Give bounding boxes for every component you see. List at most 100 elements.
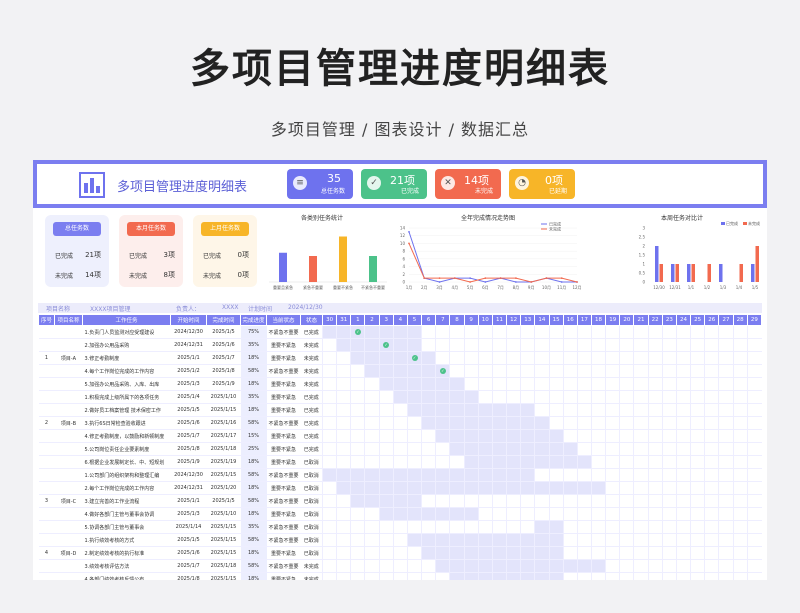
table-row[interactable]: 3.绩效考核评估方法 2025/1/7 2025/1/18 58% 不紧急不重要 未完成 — [38, 559, 762, 573]
cell-start[interactable]: 2025/1/1 — [170, 351, 207, 365]
cell-start[interactable]: 2025/1/14 — [170, 520, 207, 534]
table-row[interactable]: 1.公司部门的组织架构和整理汇编 2024/12/30 2025/1/15 58% 不紧… — [38, 468, 762, 482]
table-row[interactable]: 5.公司岗位责任企业要素制度 2025/1/8 2025/1/18 25% 重要不紧急已… — [38, 442, 762, 456]
cell-start[interactable]: 2025/1/7 — [170, 559, 207, 573]
cell-st[interactable]: 未完成 — [300, 351, 323, 365]
table-row[interactable]: 2.每个工作岗位完成的工作内容 2024/12/31 2025/1/20 18% 重要不… — [38, 481, 762, 495]
cell-end[interactable]: 2025/1/7 — [206, 351, 241, 365]
cell-end[interactable]: 2025/1/5 — [206, 325, 241, 339]
cell-end[interactable]: 2025/1/6 — [206, 338, 241, 352]
table-row[interactable]: 6.根据企业发展制定长、中、短规划 2025/1/9 2025/1/19 18% 重要不… — [38, 455, 762, 469]
table-row[interactable]: 2.加强办公用品采购 2024/12/31 2025/1/6 35% 重要不紧急 未完成 ✓ — [38, 338, 762, 352]
cell-st[interactable]: 未完成 — [300, 364, 323, 378]
cell-seq[interactable]: 2 — [38, 416, 55, 430]
table-row[interactable]: 1.负责门人员监测对应受理建设 2024/12/30 2025/1/5 75% 不紧急不… — [38, 325, 762, 339]
cell-cur[interactable]: 不紧急不重要 — [266, 325, 301, 339]
cell-cur[interactable]: 重要不紧急 — [266, 377, 301, 391]
cell-end[interactable]: 2025/1/15 — [206, 403, 241, 417]
cell-task[interactable]: 4.做好各部门主管与董事会协调 — [82, 507, 171, 521]
table-row[interactable]: 5.协调各部门主管与董事会 2025/1/14 2025/1/15 35% 不紧急不重要… — [38, 520, 762, 534]
cell-cur[interactable]: 重要不紧急 — [266, 481, 301, 495]
cell-st[interactable]: 已取消 — [300, 494, 323, 508]
table-row[interactable]: 1 项目-A 3.修正考勤制度 2025/1/1 2025/1/7 18% 重要不紧急 未完成… — [38, 351, 762, 365]
cell-pct[interactable]: 18% — [240, 507, 267, 521]
cell-st[interactable]: 已取消 — [300, 546, 323, 560]
project-name-value[interactable]: XXXX项目管理 — [90, 304, 130, 313]
cell-task[interactable]: 2.做好员工档案管理 技术保密工作 — [82, 403, 171, 417]
table-row[interactable]: 5.加强办公用品采购、入库、出库 2025/1/3 2025/1/9 18% 重要不紧急… — [38, 377, 762, 391]
cell-pct[interactable]: 35% — [240, 338, 267, 352]
cell-proj[interactable] — [54, 468, 83, 482]
cell-cur[interactable]: 重要不紧急 — [266, 546, 301, 560]
cell-proj[interactable] — [54, 429, 83, 443]
cell-seq[interactable] — [38, 338, 55, 352]
cell-st[interactable]: 已完成 — [300, 325, 323, 339]
table-row[interactable]: 4.做好各部门主管与董事会协调 2025/1/3 2025/1/10 18% 重要不紧急… — [38, 507, 762, 521]
cell-task[interactable]: 2.制定绩效考核的执行标准 — [82, 546, 171, 560]
cell-cur[interactable]: 不紧急不重要 — [266, 416, 301, 430]
cell-seq[interactable] — [38, 468, 55, 482]
cell-cur[interactable]: 重要不紧急 — [266, 390, 301, 404]
cell-proj[interactable] — [54, 559, 83, 573]
cell-st[interactable]: 已取消 — [300, 507, 323, 521]
cell-task[interactable]: 5.加强办公用品采购、入库、出库 — [82, 377, 171, 391]
cell-st[interactable]: 已取消 — [300, 455, 323, 469]
cell-proj[interactable] — [54, 481, 83, 495]
table-row[interactable]: 4 项目-D 2.制定绩效考核的执行标准 2025/1/6 2025/1/15 18% 重要… — [38, 546, 762, 560]
cell-st[interactable]: 已完成 — [300, 403, 323, 417]
cell-pct[interactable]: 58% — [240, 494, 267, 508]
column-header[interactable]: 完成时间 — [206, 314, 241, 326]
cell-start[interactable]: 2025/1/5 — [170, 533, 207, 547]
cell-seq[interactable] — [38, 520, 55, 534]
column-header[interactable]: 开始时间 — [170, 314, 207, 326]
cell-proj[interactable]: 项目-D — [54, 546, 83, 560]
cell-start[interactable]: 2025/1/4 — [170, 390, 207, 404]
cell-start[interactable]: 2024/12/30 — [170, 325, 207, 339]
cell-cur[interactable]: 重要不紧急 — [266, 429, 301, 443]
cell-cur[interactable]: 重要不紧急 — [266, 442, 301, 456]
cell-seq[interactable] — [38, 455, 55, 469]
column-header[interactable]: 完成进度 — [240, 314, 267, 326]
cell-end[interactable]: 2025/1/15 — [206, 533, 241, 547]
cell-pct[interactable]: 58% — [240, 364, 267, 378]
table-row[interactable]: 1.执行绩效考核的方式 2025/1/5 2025/1/15 58% 不紧急不重要 已取消 — [38, 533, 762, 547]
cell-pct[interactable]: 35% — [240, 520, 267, 534]
cell-proj[interactable] — [54, 390, 83, 404]
cell-task[interactable]: 3.绩效考核评估方法 — [82, 559, 171, 573]
cell-task[interactable]: 3.修正考勤制度 — [82, 351, 171, 365]
cell-seq[interactable] — [38, 442, 55, 456]
cell-pct[interactable]: 35% — [240, 390, 267, 404]
cell-seq[interactable] — [38, 533, 55, 547]
column-header[interactable]: 序号 — [38, 314, 55, 326]
cell-proj[interactable]: 项目-B — [54, 416, 83, 430]
cell-seq[interactable] — [38, 481, 55, 495]
cell-pct[interactable]: 58% — [240, 533, 267, 547]
cell-proj[interactable] — [54, 325, 83, 339]
cell-start[interactable]: 2024/12/31 — [170, 338, 207, 352]
cell-st[interactable]: 已取消 — [300, 520, 323, 534]
cell-st[interactable]: 已完成 — [300, 390, 323, 404]
column-header[interactable]: 状态 — [300, 314, 323, 326]
cell-start[interactable]: 2025/1/3 — [170, 507, 207, 521]
cell-start[interactable]: 2025/1/6 — [170, 416, 207, 430]
cell-proj[interactable] — [54, 338, 83, 352]
cell-task[interactable]: 2.每个工作岗位完成的工作内容 — [82, 481, 171, 495]
cell-st[interactable]: 已取消 — [300, 533, 323, 547]
cell-start[interactable]: 2025/1/7 — [170, 429, 207, 443]
cell-cur[interactable]: 不紧急不重要 — [266, 468, 301, 482]
column-header[interactable]: 当前状态 — [266, 314, 301, 326]
cell-start[interactable]: 2025/1/2 — [170, 364, 207, 378]
cell-pct[interactable]: 15% — [240, 429, 267, 443]
cell-pct[interactable]: 75% — [240, 325, 267, 339]
cell-end[interactable]: 2025/1/18 — [206, 559, 241, 573]
cell-st[interactable]: 已取消 — [300, 468, 323, 482]
cell-proj[interactable]: 项目-A — [54, 351, 83, 365]
column-header[interactable]: 项目名称 — [54, 314, 83, 326]
table-row[interactable]: 4.每个工作岗位完成的工作内容 2025/1/2 2025/1/8 58% 不紧急不重要… — [38, 364, 762, 378]
cell-cur[interactable]: 不紧急不重要 — [266, 559, 301, 573]
cell-st[interactable]: 未完成 — [300, 377, 323, 391]
cell-cur[interactable]: 不紧急不重要 — [266, 364, 301, 378]
cell-start[interactable]: 2024/12/31 — [170, 481, 207, 495]
cell-cur[interactable]: 不紧急不重要 — [266, 494, 301, 508]
cell-pct[interactable]: 58% — [240, 468, 267, 482]
